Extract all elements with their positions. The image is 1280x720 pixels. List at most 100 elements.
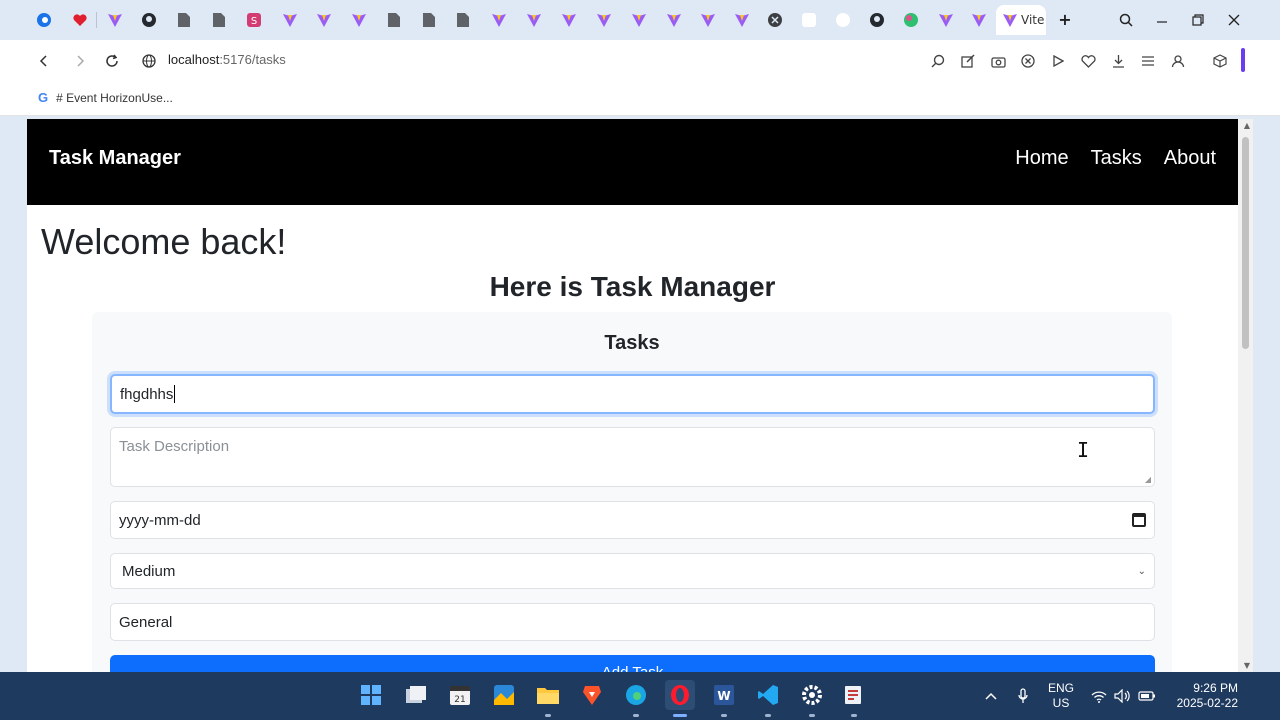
page-scrollbar[interactable]: ▲ ▼	[1238, 119, 1253, 672]
nav-link-home[interactable]: Home	[1015, 147, 1068, 170]
address-bar[interactable]: localhost:5176/tasks	[168, 52, 286, 67]
welcome-heading: Welcome back!	[41, 221, 287, 262]
menu-icon[interactable]	[1138, 51, 1158, 71]
vite-icon[interactable]	[628, 9, 650, 31]
edge-app-icon[interactable]	[621, 680, 651, 710]
task-view-icon[interactable]	[401, 680, 431, 710]
vite-icon[interactable]	[523, 9, 545, 31]
vscode-icon[interactable]	[753, 680, 783, 710]
bookmark-item[interactable]: G # Event HorizonUse...	[38, 90, 173, 105]
chevron-up-icon[interactable]	[982, 687, 1000, 705]
profile-icon[interactable]	[1168, 51, 1188, 71]
language-code: ENG	[1047, 681, 1074, 695]
back-icon[interactable]	[34, 51, 54, 71]
vite-icon[interactable]	[488, 9, 510, 31]
active-tab-label: Vite	[1021, 13, 1045, 27]
add-task-button[interactable]: Add Task	[110, 655, 1155, 672]
url-path: :5176/tasks	[219, 52, 286, 67]
leaf-icon[interactable]	[900, 9, 922, 31]
system-clock[interactable]: 9:26 PM 2025-02-22	[1168, 681, 1238, 711]
category-input[interactable]: General	[110, 603, 1155, 641]
page-icon[interactable]	[832, 9, 854, 31]
reload-icon[interactable]	[102, 51, 122, 71]
globe-icon[interactable]	[764, 9, 786, 31]
card-title: Tasks	[604, 332, 660, 354]
vite-icon[interactable]	[663, 9, 685, 31]
download-icon[interactable]	[1108, 51, 1128, 71]
active-tab[interactable]: Vite	[996, 5, 1046, 35]
side-panel-indicator[interactable]	[1241, 48, 1245, 72]
microphone-icon[interactable]	[1014, 687, 1032, 705]
settings-icon[interactable]	[797, 680, 827, 710]
play-icon[interactable]	[1048, 51, 1068, 71]
scroll-up-icon[interactable]: ▲	[1244, 121, 1250, 130]
brand-link[interactable]: Task Manager	[49, 147, 181, 170]
close-window-icon[interactable]	[1223, 9, 1245, 31]
page-subheading: Here is Task Manager	[489, 271, 776, 302]
vite-icon[interactable]	[731, 9, 753, 31]
edge-icon[interactable]	[33, 9, 55, 31]
vite-icon[interactable]	[558, 9, 580, 31]
forward-icon[interactable]	[70, 51, 90, 71]
document-icon[interactable]	[208, 9, 230, 31]
scroll-down-icon[interactable]: ▼	[1244, 661, 1250, 670]
block-icon[interactable]	[1018, 51, 1038, 71]
minimize-icon[interactable]	[1151, 9, 1173, 31]
zoom-icon[interactable]	[928, 51, 948, 71]
language-indicator[interactable]: ENG US	[1046, 681, 1076, 711]
volume-icon[interactable]	[1113, 687, 1131, 705]
resize-grip-icon[interactable]: ◢	[1145, 475, 1151, 484]
camera-icon[interactable]	[988, 51, 1008, 71]
site-info-icon[interactable]	[139, 51, 159, 71]
priority-select[interactable]: Medium ⌄	[110, 553, 1155, 589]
svg-text:21: 21	[454, 695, 465, 705]
battery-icon[interactable]	[1138, 687, 1156, 705]
restore-icon[interactable]	[1187, 9, 1209, 31]
app-icon[interactable]: S	[243, 9, 265, 31]
file-explorer-icon[interactable]	[533, 680, 563, 710]
vite-icon[interactable]	[104, 9, 126, 31]
text-cursor-icon: I	[1077, 438, 1090, 462]
page-icon[interactable]	[798, 9, 820, 31]
task-title-input[interactable]: fhgdhhs	[110, 374, 1155, 414]
photos-icon[interactable]	[489, 680, 519, 710]
priority-value: Medium	[122, 562, 176, 580]
search-tabs-icon[interactable]	[1115, 9, 1137, 31]
due-date-input[interactable]: yyyy-mm-dd	[110, 501, 1155, 539]
vite-icon[interactable]	[968, 9, 990, 31]
edit-icon[interactable]	[958, 51, 978, 71]
calendar-icon[interactable]	[1132, 513, 1146, 527]
os-taskbar: 21 W ENG US 9:26 PM 2025-02-22	[0, 672, 1280, 720]
heart-outline-icon[interactable]	[1078, 51, 1098, 71]
vite-icon[interactable]	[348, 9, 370, 31]
snipping-tool-icon[interactable]	[839, 680, 869, 710]
document-icon[interactable]	[383, 9, 405, 31]
task-description-textarea[interactable]: Task Description ◢	[110, 427, 1155, 487]
vite-icon[interactable]	[313, 9, 335, 31]
start-icon[interactable]	[356, 680, 386, 710]
vite-icon[interactable]	[279, 9, 301, 31]
clock-date: 2025-02-22	[1176, 696, 1238, 710]
document-icon[interactable]	[452, 9, 474, 31]
opera-icon[interactable]	[665, 680, 695, 710]
vite-icon[interactable]	[935, 9, 957, 31]
extensions-icon[interactable]	[1210, 51, 1230, 71]
document-icon[interactable]	[418, 9, 440, 31]
wifi-icon[interactable]	[1090, 687, 1108, 705]
calendar-app-icon[interactable]: 21	[445, 680, 475, 710]
brave-icon[interactable]	[577, 680, 607, 710]
heart-icon[interactable]	[69, 9, 91, 31]
github-icon[interactable]	[138, 9, 160, 31]
task-title-value: fhgdhhs	[120, 385, 174, 403]
document-icon[interactable]	[173, 9, 195, 31]
scroll-thumb[interactable]	[1242, 137, 1249, 349]
chevron-down-icon: ⌄	[1137, 565, 1146, 577]
github-icon[interactable]	[866, 9, 888, 31]
nav-link-about[interactable]: About	[1164, 147, 1216, 170]
vite-icon[interactable]	[593, 9, 615, 31]
new-tab-button[interactable]: +	[1056, 10, 1074, 29]
word-icon[interactable]: W	[709, 680, 739, 710]
nav-links: Home Tasks About	[1015, 147, 1216, 170]
nav-link-tasks[interactable]: Tasks	[1091, 147, 1142, 170]
vite-icon[interactable]	[697, 9, 719, 31]
